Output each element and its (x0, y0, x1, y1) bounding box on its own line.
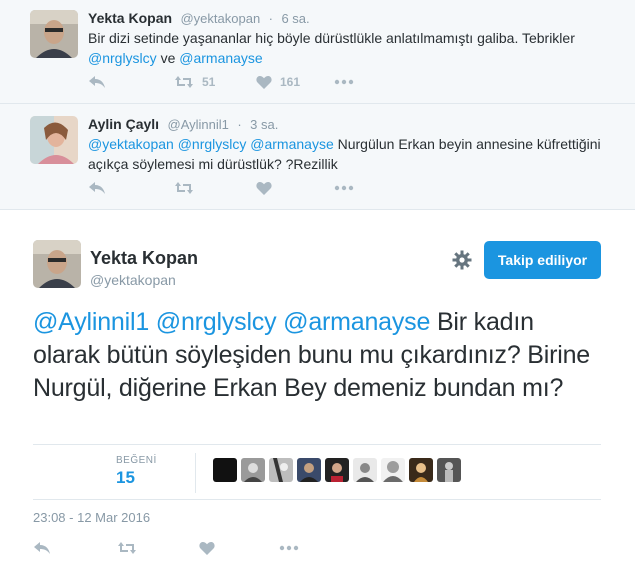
tweet-timestamp[interactable]: 23:08 - 12 Mar 2016 (33, 510, 150, 525)
like-button[interactable] (199, 541, 279, 555)
tweet-text: @Aylinnil1 @nrglyslcy @armanayse Bir kad… (33, 306, 593, 405)
like-button[interactable] (256, 181, 334, 195)
retweet-button[interactable]: 51 (174, 75, 256, 89)
more-button[interactable] (334, 185, 354, 191)
liker-avatars (213, 458, 465, 482)
tweet-actions (33, 540, 299, 556)
heart-icon (199, 541, 215, 555)
tweet-time[interactable]: 3 sa. (250, 117, 278, 132)
retweet-icon (174, 75, 194, 89)
author-handle[interactable]: @yektakopan (90, 272, 176, 288)
tweet-text: @yektakopan @nrglyslcy @armanayse Nurgül… (88, 134, 608, 174)
liker-avatar[interactable] (241, 458, 265, 482)
avatar[interactable] (30, 10, 78, 58)
main-tweet: Yekta Kopan @yektakopan Takip ediliyor @… (0, 210, 635, 581)
mention-link[interactable]: @nrglyslcy (88, 50, 157, 66)
tweet-time[interactable]: 6 sa. (281, 11, 309, 26)
reply-button[interactable] (88, 180, 174, 196)
reply-button[interactable] (33, 540, 117, 556)
more-button[interactable] (279, 545, 299, 551)
author-handle[interactable]: @yektakopan (180, 11, 260, 26)
separator-dot: · (237, 117, 242, 132)
heart-icon (256, 181, 272, 195)
tweet-actions: 51 161 (88, 74, 354, 90)
retweet-icon (174, 181, 194, 195)
tweet-text: Bir dizi setinde yaşananlar hiç böyle dü… (88, 28, 608, 68)
more-icon (279, 545, 299, 551)
reply-icon (33, 540, 51, 556)
more-icon (334, 79, 354, 85)
reply-icon (88, 74, 106, 90)
like-count: 161 (280, 75, 301, 89)
liker-avatar[interactable] (269, 458, 293, 482)
heart-icon (256, 75, 272, 89)
reply-tweet-2[interactable]: Aylin Çaylı @Aylinnil1 · 3 sa. @yektakop… (0, 104, 635, 210)
liker-avatar[interactable] (409, 458, 433, 482)
liker-avatar[interactable] (297, 458, 321, 482)
reply-button[interactable] (88, 74, 174, 90)
liker-avatar[interactable] (381, 458, 405, 482)
author-name[interactable]: Yekta Kopan (88, 10, 172, 26)
connector-text: ve (160, 50, 176, 66)
tweet-text-body: Bir dizi setinde yaşananlar hiç böyle dü… (88, 30, 575, 46)
mention-link[interactable]: @armanayse (179, 50, 262, 66)
divider (195, 453, 196, 493)
follow-button[interactable]: Takip ediliyor (484, 241, 601, 279)
mention-links[interactable]: @Aylinnil1 @nrglyslcy @armanayse (33, 308, 430, 336)
retweet-button[interactable] (117, 541, 199, 555)
more-icon (334, 185, 354, 191)
tweet-stats: BEĞENİ 15 (33, 444, 601, 500)
avatar[interactable] (30, 116, 78, 164)
mention-links[interactable]: @yektakopan @nrglyslcy @armanayse (88, 136, 334, 152)
liker-avatar[interactable] (325, 458, 349, 482)
reply-icon (88, 180, 106, 196)
liker-avatar[interactable] (353, 458, 377, 482)
separator-dot: · (268, 11, 273, 26)
retweet-button[interactable] (174, 181, 256, 195)
author-name[interactable]: Yekta Kopan (90, 248, 198, 269)
gear-icon[interactable] (452, 250, 472, 275)
like-button[interactable]: 161 (256, 75, 334, 89)
tweet-actions (88, 180, 354, 196)
more-button[interactable] (334, 79, 354, 85)
likes-label: BEĞENİ (116, 455, 157, 466)
liker-avatar[interactable] (437, 458, 461, 482)
liker-avatar[interactable] (213, 458, 237, 482)
author-name[interactable]: Aylin Çaylı (88, 116, 159, 132)
retweet-count: 51 (202, 75, 216, 89)
likes-count[interactable]: 15 (116, 468, 135, 488)
author-handle[interactable]: @Aylinnil1 (168, 117, 229, 132)
avatar[interactable] (33, 240, 81, 288)
reply-tweet-1[interactable]: Yekta Kopan @yektakopan · 6 sa. Bir dizi… (0, 0, 635, 104)
retweet-icon (117, 541, 137, 555)
